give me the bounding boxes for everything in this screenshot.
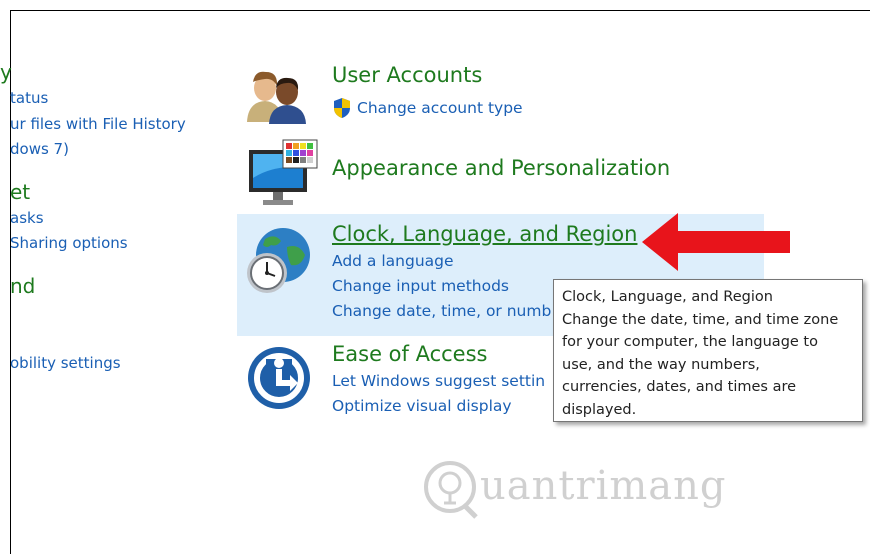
left-link-status[interactable]: tatus — [10, 89, 48, 107]
monitor-palette-icon[interactable] — [245, 138, 320, 210]
red-arrow-icon — [642, 213, 790, 271]
change-input-methods-link[interactable]: Change input methods — [332, 277, 509, 295]
left-heading-hardware[interactable]: nd — [10, 274, 35, 298]
left-panel: y tatus ur files with File History dows … — [0, 0, 230, 554]
left-link-file-history[interactable]: ur files with File History — [10, 115, 186, 133]
user-accounts-title[interactable]: User Accounts — [332, 63, 482, 87]
left-link-backup-windows7[interactable]: dows 7) — [10, 140, 69, 158]
globe-clock-icon[interactable] — [243, 225, 313, 297]
change-date-time-link[interactable]: Change date, time, or numb — [332, 302, 551, 320]
left-heading-network[interactable]: et — [10, 180, 30, 204]
add-language-link[interactable]: Add a language — [332, 252, 454, 270]
left-link-mobility-settings[interactable]: obility settings — [10, 354, 121, 372]
ease-of-access-icon[interactable] — [246, 345, 312, 411]
category-tooltip: Clock, Language, and Region Change the d… — [553, 279, 863, 422]
left-heading-system[interactable]: y — [0, 60, 12, 84]
change-account-type-link[interactable]: Change account type — [357, 99, 523, 117]
let-windows-suggest-link[interactable]: Let Windows suggest settin — [332, 372, 545, 390]
appearance-title[interactable]: Appearance and Personalization — [332, 156, 670, 180]
left-link-tasks[interactable]: asks — [10, 209, 44, 227]
clock-language-region-title[interactable]: Clock, Language, and Region — [332, 222, 637, 246]
users-icon[interactable] — [245, 68, 307, 124]
watermark-logo-icon — [424, 461, 478, 519]
watermark: uantrimang — [420, 453, 726, 523]
ease-of-access-title[interactable]: Ease of Access — [332, 342, 487, 366]
watermark-text: uantrimang — [480, 463, 727, 509]
uac-shield-icon — [334, 98, 350, 118]
optimize-visual-display-link[interactable]: Optimize visual display — [332, 397, 512, 415]
left-link-sharing-options[interactable]: Sharing options — [10, 234, 128, 252]
